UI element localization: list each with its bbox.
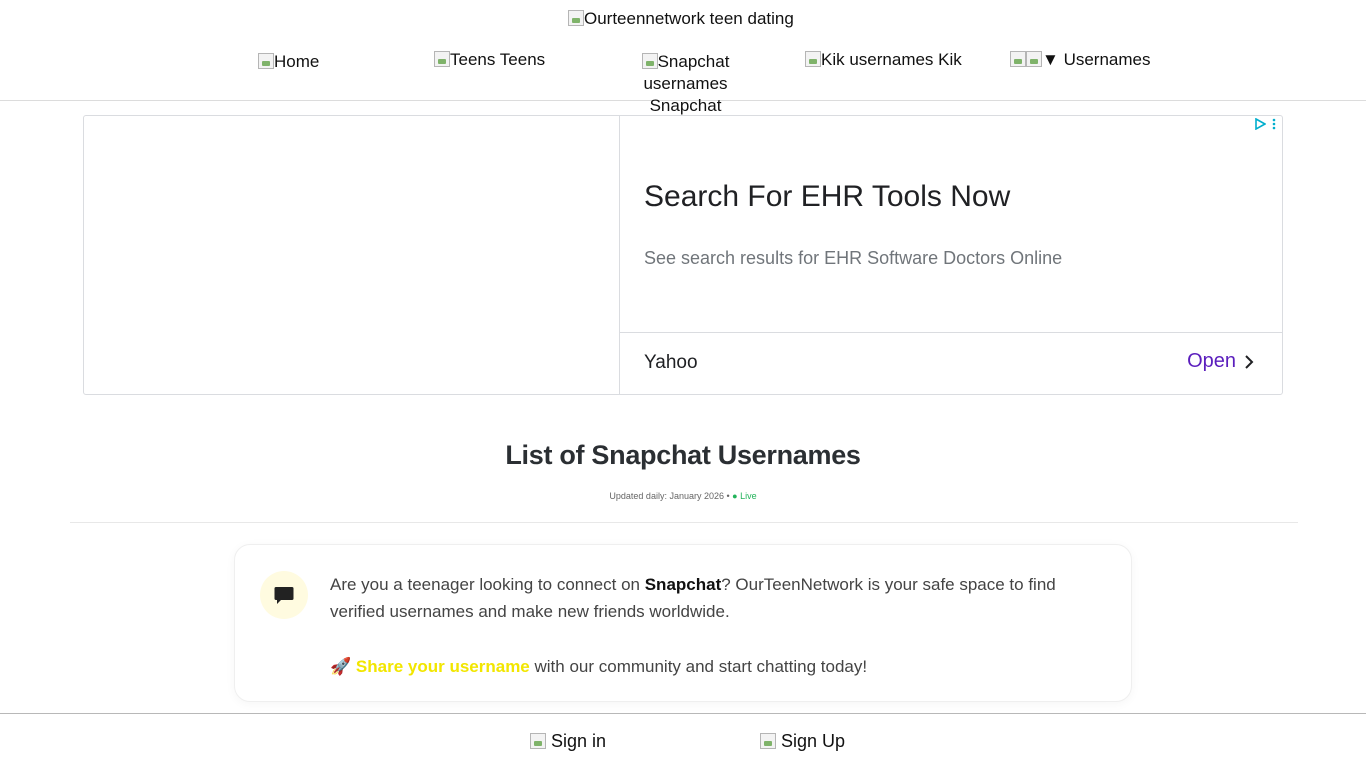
sign-in-link[interactable]: Sign in [530,731,606,752]
intro-card: Are you a teenager looking to connect on… [234,544,1132,702]
sign-in-label: Sign in [551,731,607,751]
teens-icon [434,51,450,67]
section-divider [70,522,1298,523]
usernames-icon-2 [1026,51,1042,67]
sign-up-label: Sign Up [781,731,846,751]
sign-up-link[interactable]: Sign Up [760,731,845,752]
updated-status: Updated daily: January 2026 • ● Live [0,491,1366,501]
more-options-icon[interactable] [1272,118,1276,130]
home-icon [258,53,274,69]
intro-text-start: Are you a teenager looking to connect on [330,575,645,594]
nav-home[interactable]: Home [258,51,319,73]
nav-kik-label: Kik [938,50,962,69]
nav-teens-label: Teens [499,50,546,69]
intro-text-snapchat: Snapchat [644,575,722,594]
ad-divider [620,332,1282,333]
nav-snapchat-label: Snapchat [649,96,722,115]
live-indicator: ● Live [732,491,757,501]
bottom-bar: Sign in Sign Up [0,713,1366,769]
ad-description: See search results for EHR Software Doct… [644,248,1063,268]
share-line-text: with our community and start chatting to… [529,657,868,676]
nav-teens[interactable]: Teens Teens [434,49,545,71]
nav-teens-alt: Teens [450,50,496,69]
nav-kik[interactable]: Kik usernames Kik [805,49,962,71]
nav-home-alt: Home [274,52,320,71]
nav-kik-alt: Kik usernames [821,50,934,69]
nav-snapchat[interactable]: Snapchat usernames Snapchat [598,51,773,117]
page-title: List of Snapchat Usernames [505,440,861,470]
share-username-link[interactable]: Share your username [356,657,530,676]
snapchat-icon [641,53,658,69]
share-line: 🚀 Share your username with our community… [330,653,867,680]
nav-usernames-label: Usernames [1063,50,1151,69]
ad-advertiser: Yahoo [644,352,698,373]
chat-badge [260,571,308,619]
nav-usernames-dropdown[interactable]: ▼ Usernames [1010,49,1150,71]
top-navigation: Ourteennetwork teen dating Home Teens Te… [0,0,1366,115]
usernames-icon [1010,51,1026,67]
rocket-icon: 🚀 [330,657,352,676]
kik-icon [805,51,821,67]
chat-bubble-icon [274,587,294,604]
ad-title[interactable]: Search For EHR Tools Now [644,180,1010,214]
logo-image-icon [568,10,584,26]
site-logo[interactable]: Ourteennetwork teen dating [568,8,794,30]
intro-text: Are you a teenager looking to connect on… [330,571,1090,625]
ad-choices[interactable] [1254,118,1276,130]
advertisement[interactable]: Search For EHR Tools Now See search resu… [83,115,1283,395]
ad-open-label: Open [1187,350,1236,372]
chevron-down-icon: ▼ [1042,50,1059,69]
ad-open-button[interactable]: Open [1187,350,1254,373]
ad-choices-icon [1255,118,1266,130]
ad-media-area [84,116,620,394]
updated-date-text: Updated daily: January 2026 • [609,491,733,501]
sign-up-icon [760,733,776,749]
sign-in-icon [530,733,546,749]
chevron-right-icon [1245,354,1254,369]
logo-alt-text: Ourteennetwork teen dating [584,9,794,28]
